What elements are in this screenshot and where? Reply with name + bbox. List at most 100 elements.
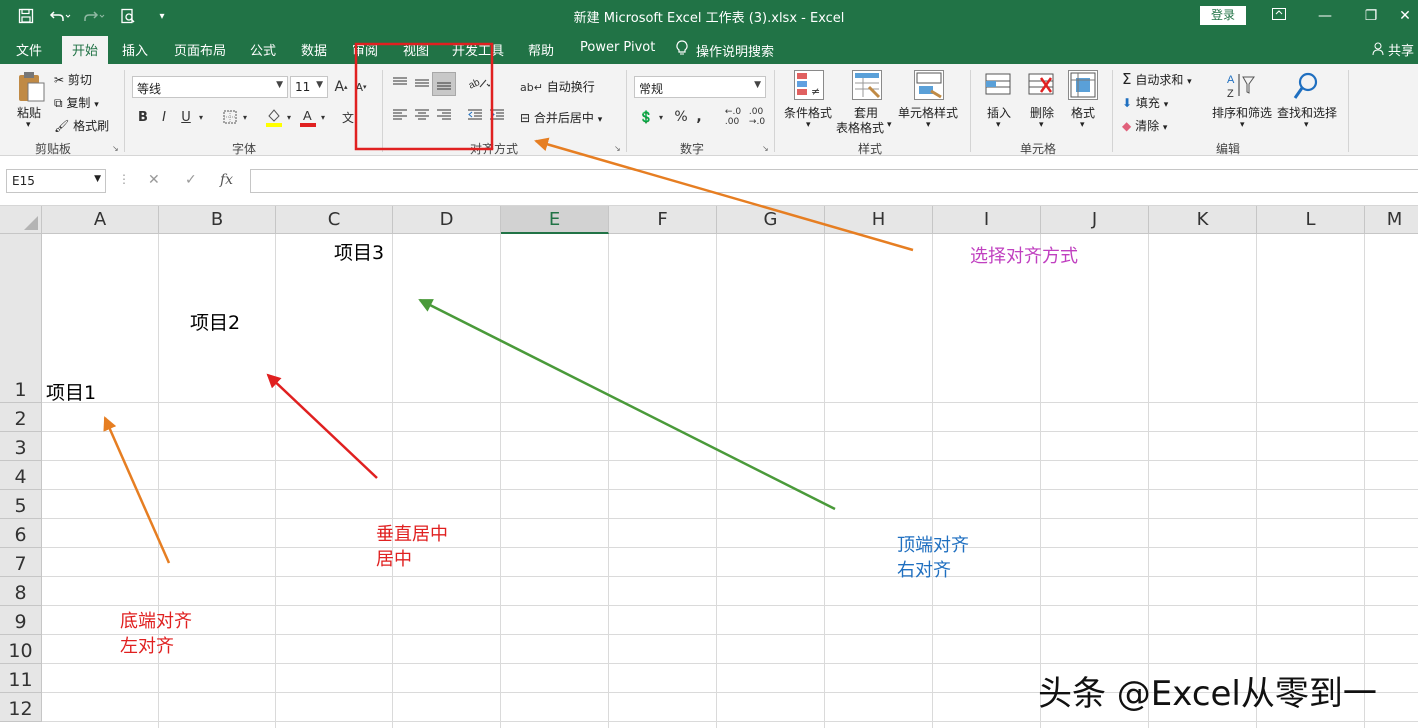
tell-me-search[interactable]: 操作说明搜索 [676, 40, 774, 60]
row-header-3[interactable]: 3 [0, 432, 42, 461]
fill-color-icon[interactable] [264, 106, 284, 128]
find-select-label[interactable]: 查找和选择 [1277, 104, 1337, 121]
paste-label[interactable]: 粘贴 [17, 104, 41, 121]
select-all-button[interactable] [0, 206, 42, 234]
sort-filter-label[interactable]: 排序和筛选 [1212, 104, 1272, 121]
tab-review[interactable]: 审阅 [352, 40, 378, 59]
font-color-dropdown-icon[interactable]: ▾ [318, 108, 328, 126]
font-size-select[interactable]: 11 ▼ [290, 76, 328, 98]
conditional-formatting-label[interactable]: 条件格式 [784, 104, 832, 121]
tab-power-pivot[interactable]: Power Pivot [580, 40, 655, 55]
row-header-5[interactable]: 5 [0, 490, 42, 519]
bold-icon[interactable]: B [135, 108, 151, 126]
increase-decimal-icon[interactable]: ←.0.00 [722, 107, 744, 127]
align-right-icon[interactable] [433, 104, 455, 126]
cut-button[interactable]: ✂ 剪切 [54, 71, 92, 88]
insert-function-icon[interactable]: fx [220, 172, 233, 188]
tab-insert[interactable]: 插入 [122, 40, 148, 59]
row-header-4[interactable]: 4 [0, 461, 42, 490]
paste-icon[interactable] [14, 70, 48, 104]
column-header-f[interactable]: F [609, 206, 717, 234]
align-center-icon[interactable] [411, 104, 433, 126]
row-header-11[interactable]: 11 [0, 664, 42, 693]
row-header-12[interactable]: 12 [0, 693, 42, 722]
increase-indent-icon[interactable] [486, 104, 508, 126]
fill-dropdown-icon[interactable]: ▾ [284, 108, 294, 126]
comma-style-icon[interactable]: , [692, 108, 706, 126]
find-select-icon[interactable] [1290, 70, 1322, 102]
delete-dropdown-icon[interactable]: ▾ [1039, 120, 1044, 130]
insert-dropdown-icon[interactable]: ▾ [996, 120, 1001, 130]
format-as-table-icon[interactable] [852, 70, 882, 100]
format-cells-icon[interactable] [1068, 70, 1098, 100]
restore-icon[interactable]: ❐ [1348, 2, 1394, 30]
format-cells-label[interactable]: 格式 [1071, 104, 1095, 121]
sort-dropdown-icon[interactable]: ▾ [1240, 120, 1245, 130]
insert-cells-icon[interactable] [984, 70, 1014, 100]
autosum-button[interactable]: Σ 自动求和 ▾ [1122, 70, 1192, 88]
minimize-icon[interactable]: — [1302, 2, 1348, 30]
orientation-icon[interactable]: ab [466, 72, 492, 94]
number-launcher-icon[interactable]: ↘ [762, 144, 769, 153]
format-painter-button[interactable]: 🖌 格式刷 [54, 117, 109, 134]
insert-cells-label[interactable]: 插入 [987, 104, 1011, 121]
column-header-g[interactable]: G [717, 206, 825, 234]
cell-styles-dropdown-icon[interactable]: ▾ [926, 120, 931, 130]
underline-icon[interactable]: U [178, 108, 194, 126]
fill-button[interactable]: ⬇ 填充 ▾ [1122, 94, 1168, 111]
column-header-j[interactable]: J [1041, 206, 1149, 234]
tab-file[interactable]: 文件 [16, 40, 42, 59]
italic-icon[interactable]: I [156, 108, 172, 126]
ribbon-display-options-icon[interactable] [1256, 2, 1302, 30]
cell-styles-icon[interactable] [914, 70, 944, 100]
phonetic-icon[interactable]: 文 [340, 108, 356, 126]
accounting-format-icon[interactable]: 💲 [636, 108, 656, 126]
column-header-l[interactable]: L [1257, 206, 1365, 234]
column-header-i[interactable]: I [933, 206, 1041, 234]
clear-button[interactable]: ◆ 清除 ▾ [1122, 117, 1167, 134]
row-header-2[interactable]: 2 [0, 403, 42, 432]
cell-a1[interactable]: 项目1 [46, 378, 96, 405]
tab-formulas[interactable]: 公式 [250, 40, 276, 59]
format-as-table-label-2[interactable]: 表格格式 [836, 119, 884, 136]
tab-home[interactable]: 开始 [62, 36, 109, 64]
column-header-b[interactable]: B [159, 206, 276, 234]
font-name-select[interactable]: 等线 ▼ [132, 76, 288, 98]
wrap-text-button[interactable]: ab↵ 自动换行 [520, 78, 595, 95]
font-color-icon[interactable]: A [298, 106, 318, 128]
row-header-10[interactable]: 10 [0, 635, 42, 664]
tab-developer[interactable]: 开发工具 [452, 40, 504, 59]
accounting-dropdown-icon[interactable]: ▾ [656, 108, 666, 126]
delete-cells-label[interactable]: 删除 [1030, 104, 1054, 121]
name-box[interactable]: E15 ▼ [6, 169, 106, 193]
format-dropdown-icon[interactable]: ▾ [1080, 120, 1085, 130]
column-header-a[interactable]: A [42, 206, 159, 234]
borders-dropdown-icon[interactable]: ▾ [240, 108, 250, 126]
clipboard-launcher-icon[interactable]: ↘ [112, 144, 119, 153]
cancel-icon[interactable]: ✕ [148, 172, 160, 188]
bottom-align-icon[interactable] [432, 72, 456, 96]
more-options-icon[interactable]: ⋮ [118, 172, 130, 186]
align-left-icon[interactable] [389, 104, 411, 126]
login-button[interactable]: 登录 [1200, 6, 1246, 25]
number-format-select[interactable]: 常规 ▼ [634, 76, 766, 98]
find-dropdown-icon[interactable]: ▾ [1304, 120, 1309, 130]
cell-c1[interactable]: 项目3 [334, 238, 384, 265]
close-icon[interactable]: ✕ [1392, 2, 1418, 30]
column-header-e[interactable]: E [501, 206, 609, 234]
decrease-decimal-icon[interactable]: .00 →.0 [746, 107, 768, 127]
conditional-formatting-icon[interactable]: ≠ [794, 70, 824, 100]
row-header-9[interactable]: 9 [0, 606, 42, 635]
conditional-dropdown-icon[interactable]: ▾ [806, 120, 811, 130]
tab-view[interactable]: 视图 [403, 40, 429, 59]
increase-font-icon[interactable]: A ▴ [332, 78, 350, 96]
underline-dropdown-icon[interactable]: ▾ [196, 108, 206, 126]
format-as-table-dropdown-icon[interactable]: ▾ [887, 120, 892, 130]
tab-page-layout[interactable]: 页面布局 [174, 40, 226, 59]
percent-icon[interactable]: % [672, 108, 690, 126]
decrease-indent-icon[interactable] [464, 104, 486, 126]
row-header-7[interactable]: 7 [0, 548, 42, 577]
column-header-c[interactable]: C [276, 206, 393, 234]
sort-filter-icon[interactable]: AZ [1224, 70, 1256, 102]
top-align-icon[interactable] [389, 72, 411, 94]
